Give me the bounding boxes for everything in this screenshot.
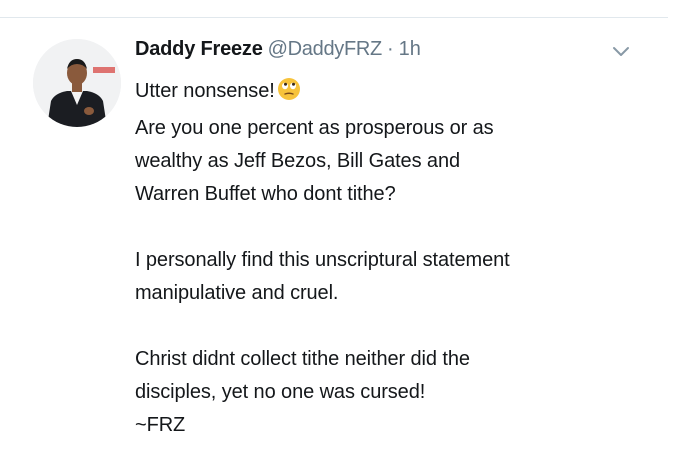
display-name[interactable]: Daddy Freeze — [135, 38, 263, 61]
tweet-line-2: Are you one percent as prosperous or as — [135, 117, 494, 139]
tweet-line-1: Utter nonsense! — [135, 75, 665, 112]
timestamp[interactable]: 1h — [399, 38, 421, 61]
separator: · — [386, 38, 394, 60]
chevron-down-icon[interactable] — [610, 40, 632, 62]
tweet-line-7: Christ didnt collect tithe neither did t… — [135, 348, 470, 370]
tweet-line-4: Warren Buffet who dont tithe? — [135, 183, 396, 205]
tweet-header: Daddy Freeze @DaddyFRZ · 1h — [135, 38, 421, 68]
tweet-line-8: disciples, yet no one was cursed! — [135, 381, 426, 403]
tweet-text: Utter nonsense! Are you one percent as p… — [135, 75, 665, 442]
tweet-line-3: wealthy as Jeff Bezos, Bill Gates and — [135, 150, 460, 172]
tweet-line-6: manipulative and cruel. — [135, 282, 339, 304]
tweet-card[interactable]: Daddy Freeze @DaddyFRZ · 1h Utter nonsen… — [0, 18, 681, 452]
tweet-line-1-text: Utter nonsense! — [135, 80, 275, 102]
tweet-line-5: I personally find this unscriptural stat… — [135, 249, 510, 271]
tweet-line-9: ~FRZ — [135, 414, 186, 436]
handle[interactable]: @DaddyFRZ — [268, 38, 383, 61]
face-with-rolling-eyes-icon — [277, 77, 301, 112]
avatar[interactable] — [33, 39, 121, 127]
